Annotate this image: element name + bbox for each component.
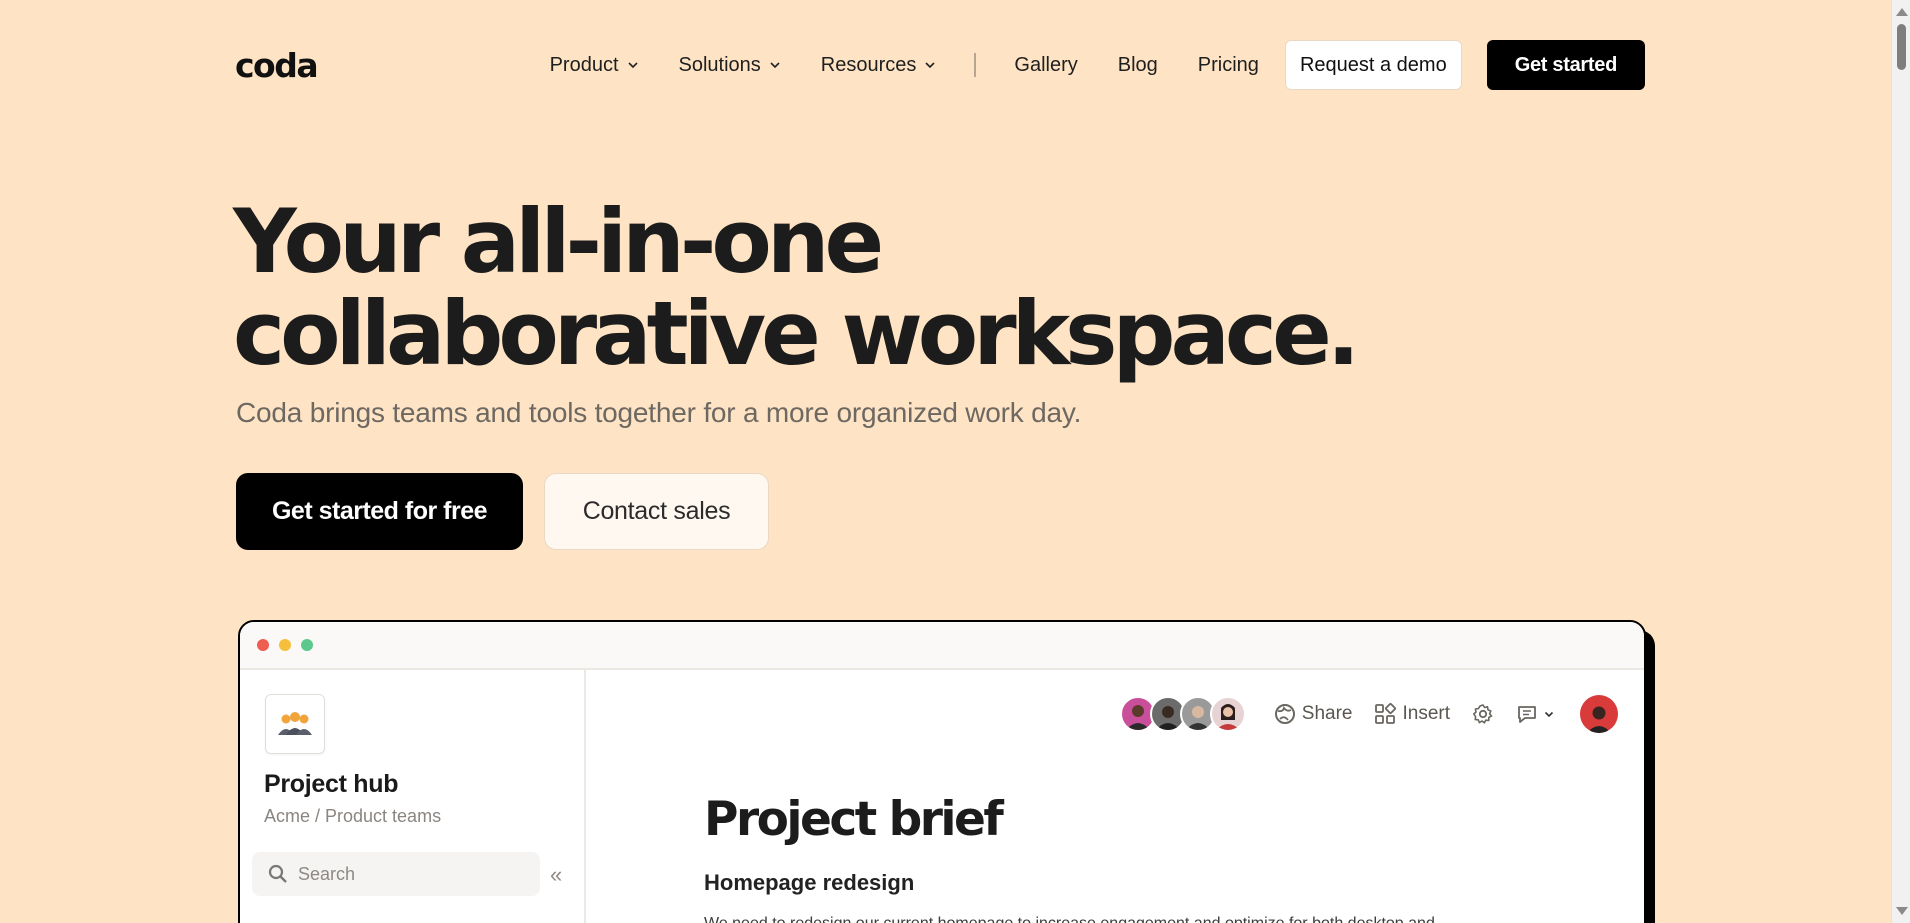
doc-title: Project brief [704, 792, 1004, 847]
doc-toolbar: Share Insert [1119, 694, 1618, 734]
page-scrollbar[interactable] [1891, 0, 1910, 923]
get-started-free-button[interactable]: Get started for free [236, 473, 523, 550]
doc-main: Share Insert Project brief Homepage rede… [588, 670, 1644, 923]
nav-solutions[interactable]: Solutions [679, 54, 781, 77]
share-button[interactable]: Share [1274, 703, 1353, 725]
insert-button[interactable]: Insert [1374, 703, 1450, 725]
nav-resources-label: Resources [820, 53, 917, 76]
share-label: Share [1301, 703, 1353, 724]
chevron-down-icon [925, 62, 935, 69]
app-preview-window: Project hub Acme / Product teams Search … [238, 620, 1646, 923]
sidebar-breadcrumb[interactable]: Acme / Product teams [264, 806, 441, 827]
sidebar-search-input[interactable]: Search [252, 852, 540, 896]
nav-product[interactable]: Product [550, 54, 639, 77]
minimize-dot-icon [279, 639, 291, 651]
comment-icon [1518, 706, 1536, 723]
user-avatar[interactable] [1580, 695, 1618, 733]
nav-pricing[interactable]: Pricing [1198, 54, 1259, 77]
avatar [1209, 696, 1246, 732]
insert-label: Insert [1402, 703, 1450, 724]
collaborator-avatars[interactable] [1119, 696, 1246, 732]
chevron-down-icon [770, 62, 780, 69]
maximize-dot-icon [301, 639, 313, 651]
hero-subtitle: Coda brings teams and tools together for… [236, 397, 1082, 428]
hero-title-line1: Your all-in-one [233, 190, 884, 293]
close-dot-icon [257, 639, 269, 651]
doc-heading: Homepage redesign [704, 870, 915, 895]
nav-product-label: Product [549, 53, 619, 76]
scroll-down-arrow-icon[interactable] [1896, 907, 1908, 915]
nav-resources[interactable]: Resources [821, 54, 937, 77]
coda-logo[interactable]: coda [235, 46, 319, 85]
hero-title-line2: collaborative workspace. [233, 282, 1360, 385]
sidebar-doc-title: Project hub [264, 770, 399, 798]
scrollbar-thumb[interactable] [1897, 24, 1906, 70]
team-icon [265, 694, 325, 754]
gear-icon [1473, 704, 1493, 724]
request-demo-button[interactable]: Request a demo [1284, 40, 1462, 90]
search-placeholder: Search [298, 863, 356, 884]
nav-solutions-label: Solutions [678, 53, 761, 76]
top-nav: coda Product Solutions Resources Gallery… [235, 40, 1645, 90]
doc-sidebar: Project hub Acme / Product teams Search … [240, 670, 586, 923]
scroll-up-arrow-icon[interactable] [1896, 8, 1908, 16]
collapse-sidebar-icon[interactable]: « [550, 862, 562, 888]
grid-icon [1375, 703, 1397, 724]
get-started-button[interactable]: Get started [1486, 40, 1645, 90]
search-icon [268, 864, 287, 883]
globe-icon [1274, 704, 1295, 724]
window-titlebar [240, 622, 1644, 670]
nav-links: Product Solutions Resources Gallery Blog… [550, 40, 1645, 90]
comments-menu-button[interactable] [1516, 703, 1554, 725]
nav-gallery[interactable]: Gallery [1014, 54, 1077, 77]
hero-title: Your all-in-one collaborative workspace. [233, 196, 1433, 380]
contact-sales-button[interactable]: Contact sales [544, 473, 769, 550]
doc-paragraph: We need to redesign our current homepage… [704, 915, 1435, 923]
nav-divider [974, 53, 977, 77]
nav-blog[interactable]: Blog [1118, 54, 1158, 77]
settings-button[interactable] [1472, 703, 1494, 725]
chevron-down-icon [627, 62, 638, 69]
chevron-down-icon [1544, 711, 1554, 718]
